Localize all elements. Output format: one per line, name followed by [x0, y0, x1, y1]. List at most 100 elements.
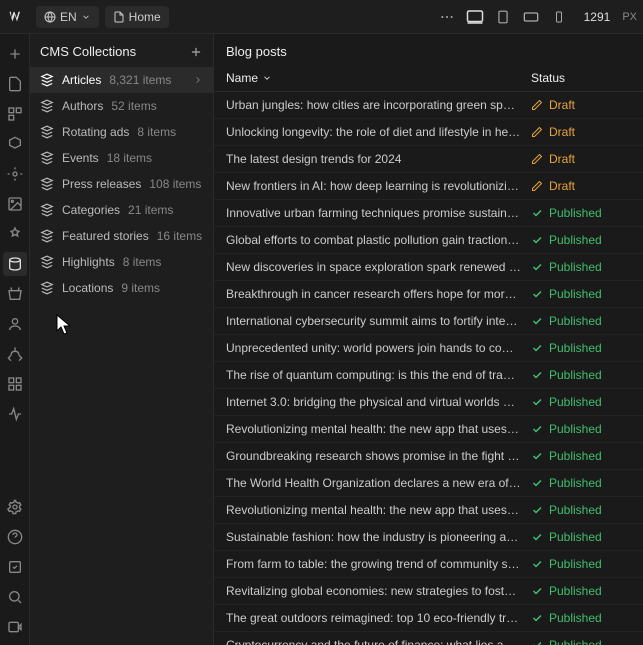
assets-tool-icon[interactable] [3, 192, 27, 216]
table-row[interactable]: The World Health Organization declares a… [214, 470, 643, 497]
components-tool-icon[interactable] [3, 132, 27, 156]
check-icon [531, 531, 543, 543]
page-icon [113, 11, 125, 23]
table-row[interactable]: Unprecedented unity: world powers join h… [214, 335, 643, 362]
add-tool-icon[interactable] [3, 42, 27, 66]
search-tool-icon[interactable] [3, 585, 27, 609]
table-row[interactable]: International cybersecurity summit aims … [214, 308, 643, 335]
table-row[interactable]: New discoveries in space exploration spa… [214, 254, 643, 281]
collection-item[interactable]: Categories21 items [30, 197, 213, 223]
row-name: Revolutionizing mental health: the new a… [226, 503, 531, 517]
check-icon [531, 477, 543, 489]
collections-title: CMS Collections [40, 44, 136, 59]
row-status: Published [531, 503, 631, 517]
row-status: Published [531, 260, 631, 274]
audit-tool-icon[interactable] [3, 555, 27, 579]
breakpoint-desktop-icon[interactable] [466, 8, 484, 26]
table-row[interactable]: Cryptocurrency and the future of finance… [214, 632, 643, 645]
table-row[interactable]: New frontiers in AI: how deep learning i… [214, 173, 643, 200]
pages-tool-icon[interactable] [3, 72, 27, 96]
row-status: Published [531, 368, 631, 382]
collection-name: Locations [62, 281, 113, 295]
table-row[interactable]: Revolutionizing mental health: the new a… [214, 416, 643, 443]
page-label: Home [129, 10, 161, 24]
variables-tool-icon[interactable] [3, 222, 27, 246]
row-name: Breakthrough in cancer research offers h… [226, 287, 531, 301]
check-icon [531, 558, 543, 570]
table-row[interactable]: Sustainable fashion: how the industry is… [214, 524, 643, 551]
app-logo[interactable] [6, 6, 28, 28]
collection-name: Events [62, 151, 99, 165]
users-tool-icon[interactable] [3, 312, 27, 336]
check-icon [531, 261, 543, 273]
check-icon [531, 342, 543, 354]
settings-tool-icon[interactable] [3, 495, 27, 519]
pencil-icon [531, 180, 543, 192]
page-indicator[interactable]: Home [105, 6, 169, 28]
collection-item[interactable]: Authors52 items [30, 93, 213, 119]
table-row[interactable]: Global efforts to combat plastic polluti… [214, 227, 643, 254]
table-row[interactable]: Innovative urban farming techniques prom… [214, 200, 643, 227]
styles-tool-icon[interactable] [3, 162, 27, 186]
collection-item[interactable]: Rotating ads8 items [30, 119, 213, 145]
check-icon [531, 639, 543, 645]
apps-tool-icon[interactable] [3, 372, 27, 396]
table-row[interactable]: Breakthrough in cancer research offers h… [214, 281, 643, 308]
column-header-name[interactable]: Name [226, 71, 531, 85]
row-name: Urban jungles: how cities are incorporat… [226, 98, 531, 112]
collection-item[interactable]: Locations9 items [30, 275, 213, 301]
logic-tool-icon[interactable] [3, 342, 27, 366]
table-row[interactable]: Urban jungles: how cities are incorporat… [214, 92, 643, 119]
check-icon [531, 207, 543, 219]
viewport-width[interactable]: 1291 [584, 10, 611, 24]
pencil-icon [531, 99, 543, 111]
more-icon[interactable] [438, 8, 456, 26]
collection-item[interactable]: Articles8,321 items [30, 67, 213, 93]
collection-icon [40, 203, 54, 217]
row-status: Published [531, 206, 631, 220]
row-status: Published [531, 314, 631, 328]
table-row[interactable]: Internet 3.0: bridging the physical and … [214, 389, 643, 416]
content-title: Blog posts [214, 34, 643, 65]
locale-label: EN [60, 10, 77, 24]
navigator-tool-icon[interactable] [3, 102, 27, 126]
row-status: Published [531, 530, 631, 544]
collection-count: 8,321 items [109, 73, 171, 87]
breakpoint-tablet-icon[interactable] [494, 8, 512, 26]
row-name: Revitalizing global economies: new strat… [226, 584, 531, 598]
collection-name: Press releases [62, 177, 141, 191]
row-status: Published [531, 557, 631, 571]
row-name: Sustainable fashion: how the industry is… [226, 530, 531, 544]
row-status: Published [531, 638, 631, 645]
collection-item[interactable]: Featured stories16 items [30, 223, 213, 249]
check-icon [531, 612, 543, 624]
check-icon [531, 315, 543, 327]
table-row[interactable]: The latest design trends for 2024Draft [214, 146, 643, 173]
collection-icon [40, 99, 54, 113]
collection-item[interactable]: Press releases108 items [30, 171, 213, 197]
row-status: Draft [531, 152, 631, 166]
cms-tool-icon[interactable] [3, 252, 27, 276]
table-row[interactable]: Unlocking longevity: the role of diet an… [214, 119, 643, 146]
row-name: Revolutionizing mental health: the new a… [226, 422, 531, 436]
collection-item[interactable]: Events18 items [30, 145, 213, 171]
table-row[interactable]: From farm to table: the growing trend of… [214, 551, 643, 578]
locale-switcher[interactable]: EN [36, 6, 99, 28]
video-tool-icon[interactable] [3, 615, 27, 639]
column-header-status[interactable]: Status [531, 71, 631, 85]
table-row[interactable]: Revolutionizing mental health: the new a… [214, 497, 643, 524]
table-row[interactable]: The great outdoors reimagined: top 10 ec… [214, 605, 643, 632]
row-name: Unlocking longevity: the role of diet an… [226, 125, 531, 139]
breakpoint-mobile-icon[interactable] [550, 8, 568, 26]
ecommerce-tool-icon[interactable] [3, 282, 27, 306]
collection-item[interactable]: Highlights8 items [30, 249, 213, 275]
table-row[interactable]: Groundbreaking research shows promise in… [214, 443, 643, 470]
row-name: The rise of quantum computing: is this t… [226, 368, 531, 382]
help-tool-icon[interactable] [3, 525, 27, 549]
table-row[interactable]: The rise of quantum computing: is this t… [214, 362, 643, 389]
row-status: Published [531, 395, 631, 409]
add-collection-button[interactable] [189, 45, 203, 59]
table-row[interactable]: Revitalizing global economies: new strat… [214, 578, 643, 605]
interactions-tool-icon[interactable] [3, 402, 27, 426]
breakpoint-landscape-icon[interactable] [522, 8, 540, 26]
